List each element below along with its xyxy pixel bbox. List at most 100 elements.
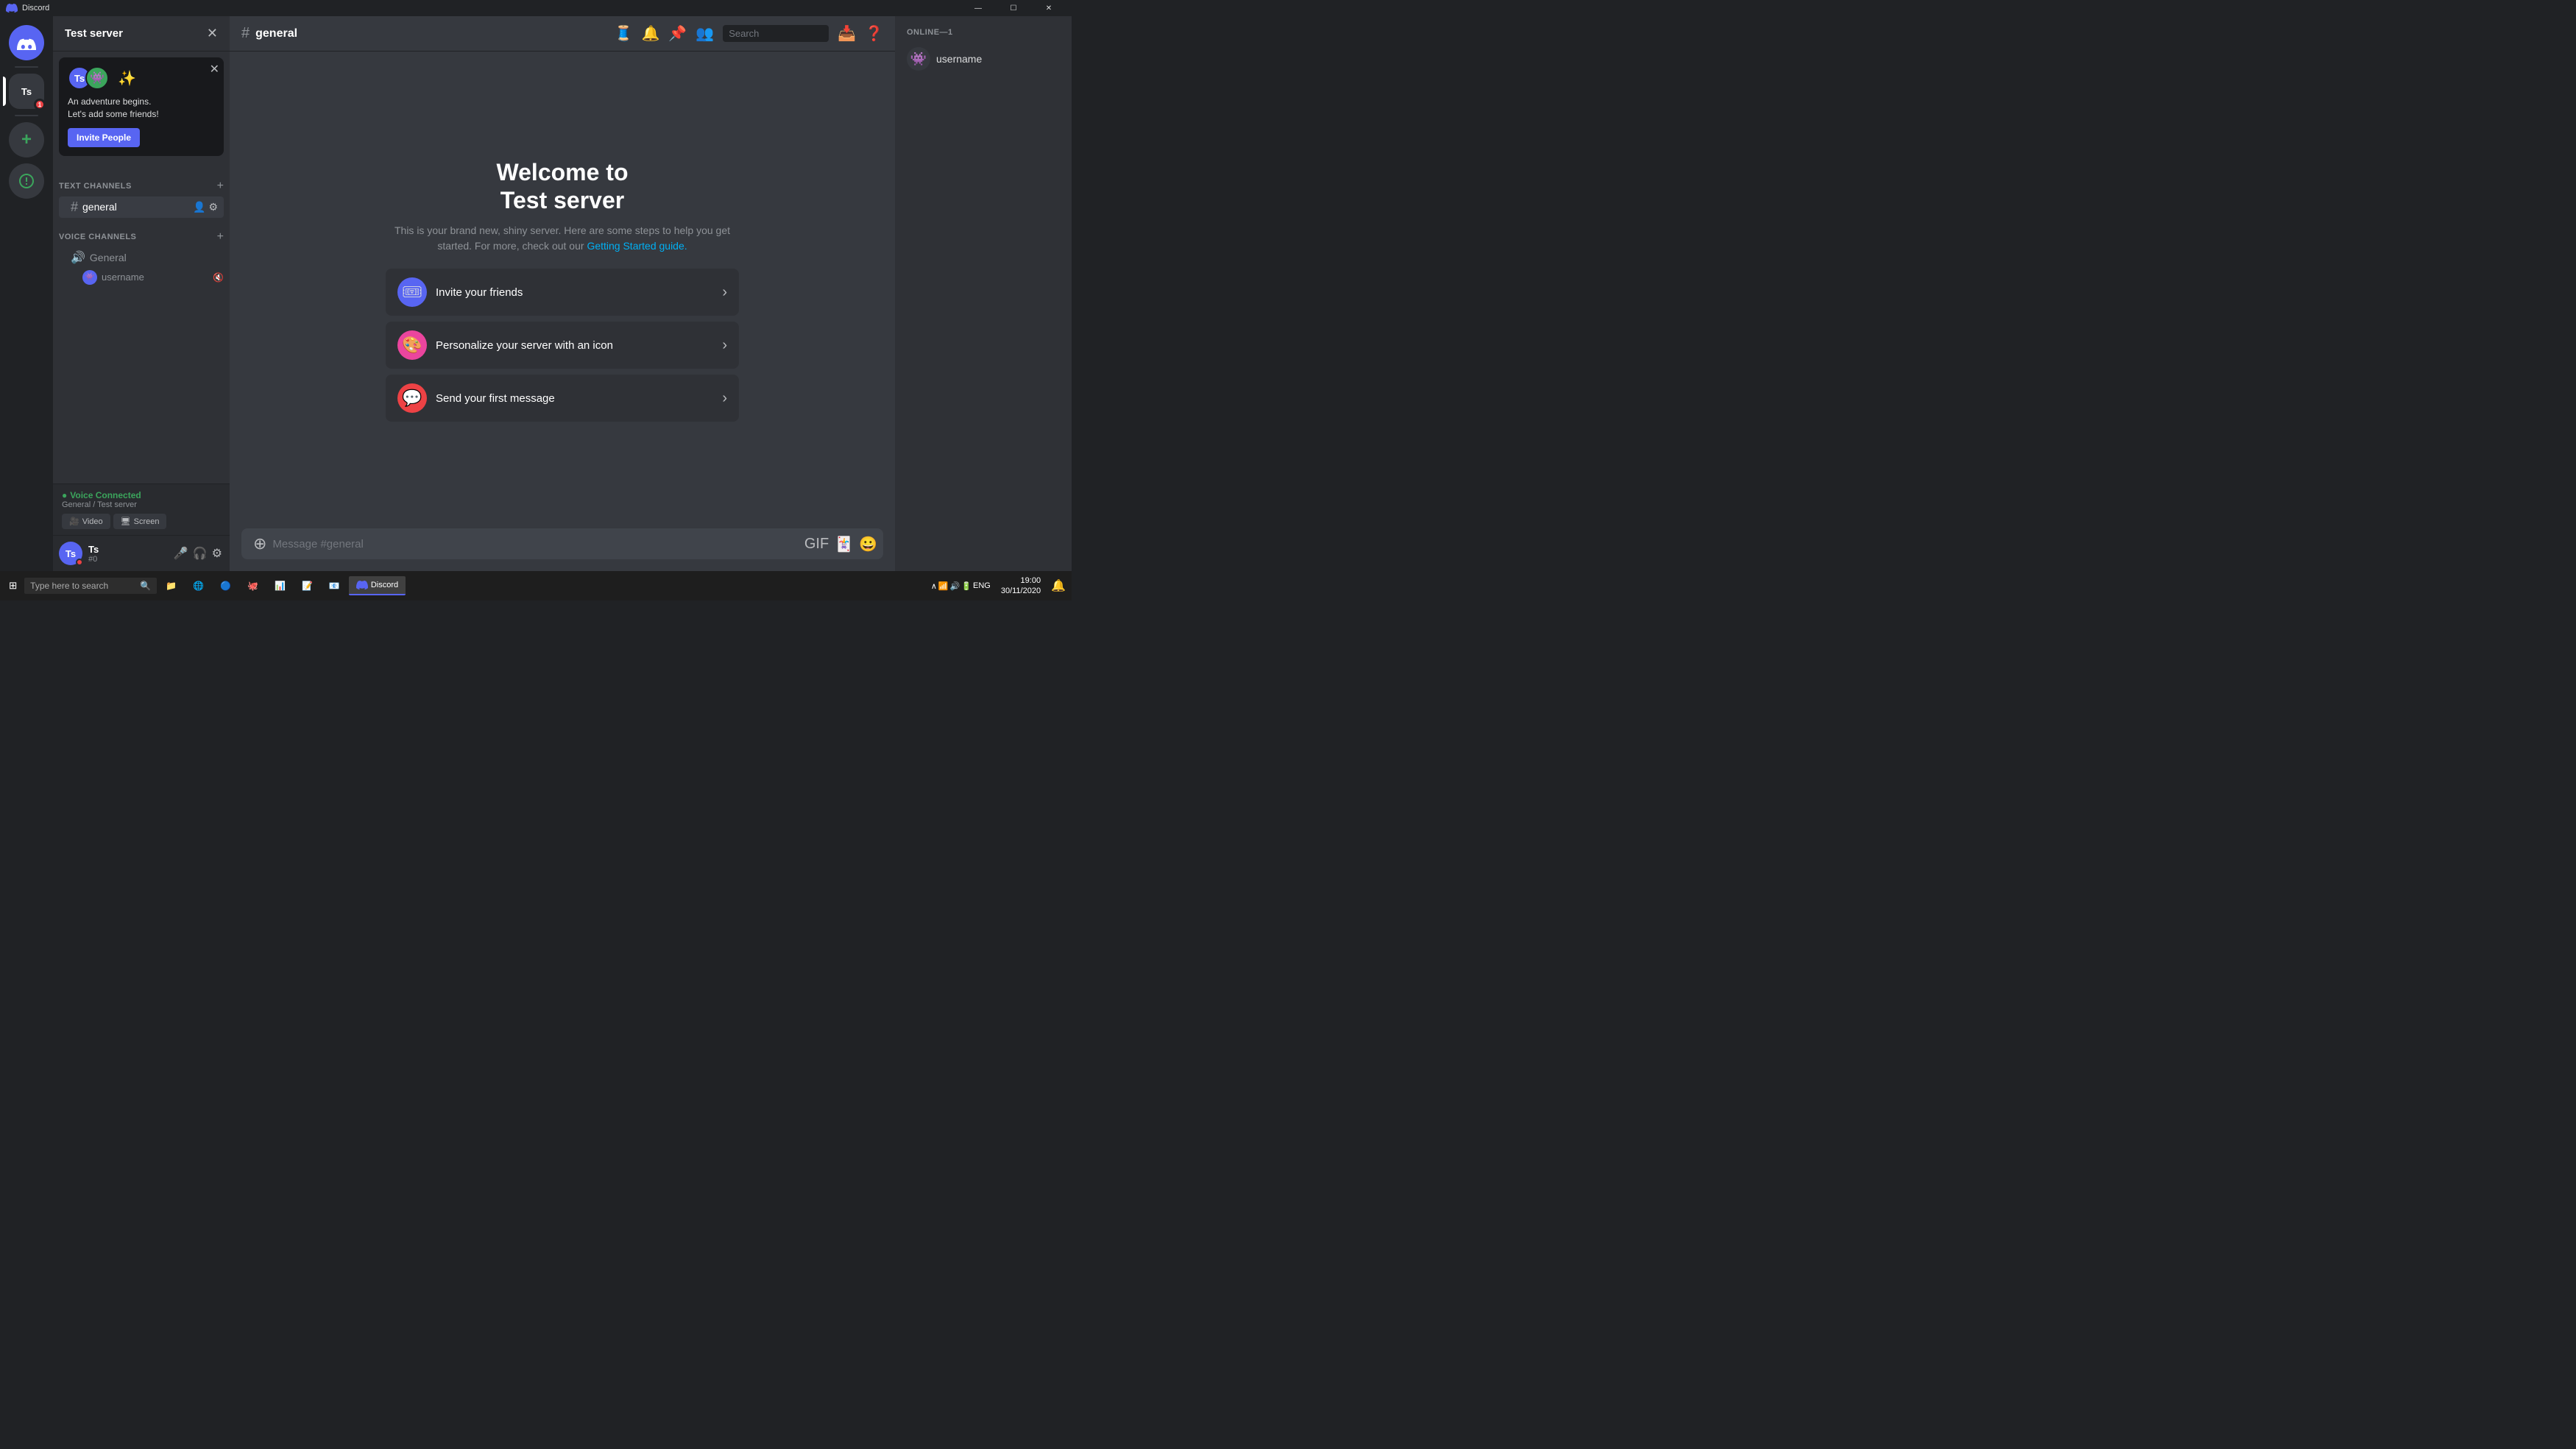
popup-close-button[interactable]: ✕ [210, 62, 219, 77]
invite-people-button[interactable]: Invite People [68, 128, 140, 147]
pin-icon[interactable]: 📌 [668, 24, 687, 43]
message-input-wrap: ⊕ GIF 🃏 😀 [241, 528, 883, 559]
sticker-button[interactable]: 🃏 [835, 535, 853, 553]
message-add-button[interactable]: ⊕ [253, 528, 266, 559]
user-actions: 🎤 🎧 ⚙ [172, 545, 224, 562]
notification-center-icon[interactable]: 🔔 [1048, 578, 1069, 593]
taskbar-explorer[interactable]: 📁 [158, 578, 184, 594]
minimize-button[interactable]: — [961, 0, 995, 16]
screen-button[interactable]: 🖥 Screen [113, 514, 167, 529]
outlook-icon: 📧 [329, 581, 340, 591]
popup-avatar-2: 👾 [85, 66, 109, 90]
user-status-dot [76, 559, 83, 566]
start-icon: ⊞ [9, 580, 17, 592]
welcome-action-text-invite: Invite your friends [436, 286, 713, 299]
voice-member[interactable]: 👾 username 🔇 [53, 269, 230, 286]
welcome-action-invite[interactable]: 🎟 Invite your friends › [386, 269, 739, 316]
taskbar-word[interactable]: 📝 [294, 578, 320, 594]
close-button[interactable]: ✕ [1032, 0, 1066, 16]
taskbar-discord-app[interactable]: Discord [349, 576, 406, 595]
main-content: # general 🧵 🔔 📌 👥 📥 ❓ Welcome to Test se… [230, 16, 895, 571]
member-item[interactable]: 👾 username [901, 43, 1066, 75]
channel-header: # general 🧵 🔔 📌 👥 📥 ❓ [230, 16, 895, 52]
message-input-area: ⊕ GIF 🃏 😀 [230, 528, 895, 571]
invite-action-title: Invite your friends [436, 286, 713, 299]
gif-button[interactable]: GIF [804, 536, 829, 553]
server-divider [15, 66, 38, 68]
notification-bell-icon[interactable]: 🔔 [641, 24, 659, 43]
add-voice-channel-button[interactable]: + [217, 230, 224, 244]
server-icon-testserver[interactable]: Ts 1 [9, 74, 44, 109]
server-list: Ts 1 + [0, 16, 53, 571]
popup-icons: Ts 👾 ✨ [68, 66, 215, 90]
taskbar-outlook[interactable]: 📧 [322, 578, 347, 594]
welcome-action-personalize[interactable]: 🎨 Personalize your server with an icon › [386, 322, 739, 369]
message-input[interactable] [266, 531, 804, 558]
server-popup: ✕ Ts 👾 ✨ An adventure begins. Let's add … [59, 57, 224, 156]
time-display: 19:00 [1001, 575, 1041, 586]
user-settings-button[interactable]: ⚙ [210, 545, 224, 562]
help-icon[interactable]: ❓ [865, 24, 883, 43]
channel-name: general [82, 201, 193, 213]
add-text-channel-button[interactable]: + [217, 180, 224, 193]
emoji-button[interactable]: 😀 [859, 535, 877, 553]
volume-icon[interactable]: 🔊 [950, 581, 960, 591]
taskbar-search-wrap: 🔍 [24, 578, 157, 594]
start-button[interactable]: ⊞ [3, 577, 23, 595]
voice-info: General / Test server [62, 500, 221, 509]
voice-controls: 🎥 Video 🖥 Screen [62, 514, 221, 529]
text-channels-category: TEXT CHANNELS + [53, 168, 230, 196]
welcome-action-send-message[interactable]: 💬 Send your first message › [386, 375, 739, 422]
welcome-description: This is your brand new, shiny server. He… [386, 223, 739, 254]
explorer-icon: 📁 [166, 581, 177, 591]
member-category: ONLINE—1 [901, 28, 1066, 37]
inbox-icon[interactable]: 📥 [838, 24, 856, 43]
voice-member-name: username [102, 272, 144, 283]
voice-channel-icon: 🔊 [71, 250, 85, 265]
deafen-button[interactable]: 🎧 [191, 545, 209, 562]
video-button[interactable]: 🎥 Video [62, 514, 110, 529]
personalize-action-title: Personalize your server with an icon [436, 339, 713, 352]
taskbar-tray: ∧ 📶 🔊 🔋 ENG [928, 581, 994, 591]
popup-text: An adventure begins. Let's add some frie… [68, 96, 215, 121]
invite-icon[interactable]: 👤 [193, 201, 205, 213]
user-tag: #0 [88, 555, 166, 564]
member-name: username [936, 53, 982, 65]
taskbar-chrome[interactable]: 🔵 [213, 578, 238, 594]
channel-item-general[interactable]: # general 👤 ⚙ [59, 196, 224, 218]
taskbar-search-input[interactable] [24, 578, 157, 594]
taskbar-time[interactable]: 19:00 30/11/2020 [995, 575, 1047, 597]
explore-servers-button[interactable] [9, 163, 44, 199]
notification-badge: 1 [34, 99, 46, 110]
tray-up-icon[interactable]: ∧ [931, 581, 937, 591]
thread-icon[interactable]: 🧵 [615, 24, 633, 43]
popup-avatars: Ts 👾 [68, 66, 109, 90]
home-button[interactable] [9, 25, 44, 60]
mute-button[interactable]: 🎤 [172, 545, 190, 562]
channel-header-name: general [255, 27, 297, 40]
taskbar: ⊞ 🔍 📁 🌐 🔵 🐙 📊 📝 📧 Discord [0, 571, 1072, 600]
message-input-icons: GIF 🃏 😀 [804, 535, 877, 553]
server-name: Test server [65, 27, 123, 40]
getting-started-link[interactable]: Getting Started guide. [587, 240, 687, 252]
titlebar-title: Discord [22, 4, 49, 13]
user-panel: Ts Ts #0 🎤 🎧 ⚙ [53, 535, 230, 571]
maximize-button[interactable]: ☐ [997, 0, 1030, 16]
send-message-chevron-icon: › [722, 390, 727, 407]
text-channels-label: TEXT CHANNELS [59, 182, 132, 191]
discord-logo [6, 2, 18, 14]
lang-label: ENG [973, 581, 991, 590]
taskbar-github[interactable]: 🐙 [240, 578, 266, 594]
header-search-input[interactable] [723, 25, 829, 42]
channel-sidebar: Test server ✕ ✕ Ts 👾 ✨ An adventure begi… [53, 16, 230, 571]
voice-channel-general[interactable]: 🔊 General [59, 247, 224, 268]
taskbar-edge[interactable]: 🌐 [185, 578, 211, 594]
settings-icon[interactable]: ⚙ [208, 201, 218, 213]
taskbar-excel[interactable]: 📊 [267, 578, 293, 594]
taskbar-apps: 📁 🌐 🔵 🐙 📊 📝 📧 Discord [158, 576, 406, 595]
server-header[interactable]: Test server ✕ [53, 16, 230, 52]
invite-chevron-icon: › [722, 284, 727, 301]
add-server-button[interactable]: + [9, 122, 44, 157]
invite-action-icon: 🎟 [397, 277, 427, 307]
member-list-icon[interactable]: 👥 [696, 24, 714, 43]
